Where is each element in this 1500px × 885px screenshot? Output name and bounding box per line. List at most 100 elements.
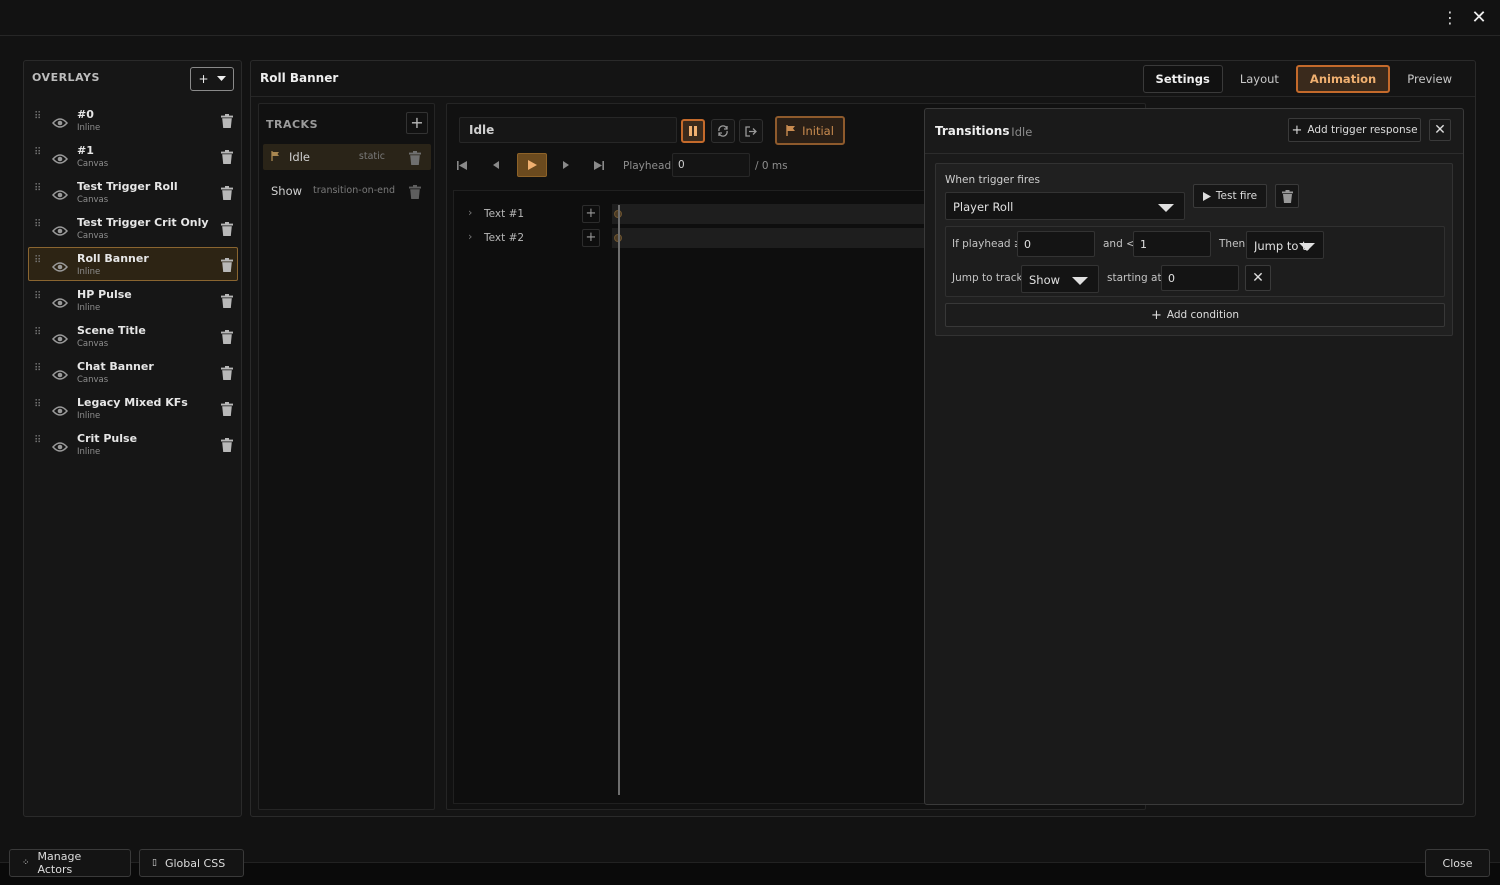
chevron-right-icon[interactable]: ›: [468, 230, 472, 243]
skip-start-button[interactable]: [450, 154, 474, 176]
pause-icon: [689, 126, 697, 136]
initial-button[interactable]: Initial: [775, 116, 845, 145]
remove-condition-button[interactable]: ✕: [1245, 265, 1271, 291]
eye-icon[interactable]: [52, 114, 68, 128]
step-forward-button[interactable]: [554, 154, 578, 176]
trash-icon[interactable]: [221, 437, 233, 452]
eye-icon[interactable]: [52, 294, 68, 308]
drag-handle-icon[interactable]: ⠿: [34, 184, 42, 200]
drag-handle-icon[interactable]: ⠿: [34, 220, 42, 236]
tab-layout[interactable]: Layout: [1227, 65, 1292, 93]
to-playhead-input[interactable]: 1: [1133, 231, 1211, 257]
from-playhead-input[interactable]: 0: [1017, 231, 1095, 257]
overlay-item[interactable]: ⠿ Chat Banner Canvas: [28, 355, 238, 389]
action-select[interactable]: Jump to track: [1246, 231, 1324, 259]
tab-animation[interactable]: Animation: [1295, 65, 1391, 93]
eye-icon[interactable]: [52, 330, 68, 344]
chevron-right-icon[interactable]: ›: [468, 206, 472, 219]
track-item[interactable]: Idle static: [263, 144, 431, 170]
play-button[interactable]: [517, 153, 547, 177]
track-name-field[interactable]: Idle: [459, 117, 677, 143]
playhead-cursor[interactable]: [618, 205, 620, 795]
trash-icon[interactable]: [221, 329, 233, 344]
tab-settings[interactable]: Settings: [1142, 65, 1223, 93]
overlay-type: Inline: [77, 267, 101, 277]
global-css-button[interactable]: ▯ Global CSS: [139, 849, 244, 877]
test-fire-button[interactable]: Test fire: [1193, 184, 1267, 208]
close-transitions-button[interactable]: ✕: [1429, 119, 1451, 141]
overlay-item[interactable]: ⠿ HP Pulse Inline: [28, 283, 238, 317]
eye-icon[interactable]: [52, 402, 68, 416]
trash-icon[interactable]: [221, 221, 233, 236]
drag-handle-icon[interactable]: ⠿: [34, 400, 42, 416]
if-playhead-label: If playhead ≥: [952, 238, 1023, 250]
drag-handle-icon[interactable]: ⠿: [34, 112, 42, 128]
overlay-name: Scene Title: [77, 324, 146, 337]
eye-icon[interactable]: [52, 438, 68, 452]
drag-handle-icon[interactable]: ⠿: [34, 148, 42, 164]
track-mode: static: [358, 151, 385, 162]
overlay-type: Canvas: [77, 375, 109, 385]
track-item[interactable]: Show transition-on-end: [263, 178, 431, 204]
close-button[interactable]: Close: [1425, 849, 1490, 877]
overlays-heading: OVERLAYS: [32, 71, 100, 84]
delete-response-button[interactable]: [1275, 184, 1299, 208]
exit-button[interactable]: [739, 119, 763, 143]
chevron-down-icon: [1072, 277, 1088, 285]
trash-icon[interactable]: [221, 185, 233, 200]
close-icon[interactable]: ✕: [1470, 8, 1488, 28]
overlay-item[interactable]: ⠿ Test Trigger Crit Only Canvas: [28, 211, 238, 245]
overlay-item[interactable]: ⠿ Scene Title Canvas: [28, 319, 238, 353]
overlay-item[interactable]: ⠿ Legacy Mixed KFs Inline: [28, 391, 238, 425]
trash-icon[interactable]: [409, 184, 421, 199]
overlay-name: Test Trigger Roll: [77, 180, 178, 193]
playhead-input[interactable]: 0: [672, 153, 750, 177]
lane-label: Text #1: [484, 208, 525, 220]
trash-icon[interactable]: [221, 113, 233, 128]
trigger-select-value: Player Roll: [953, 200, 1014, 214]
kebab-icon[interactable]: ⋮: [1442, 9, 1458, 27]
trash-icon[interactable]: [221, 293, 233, 308]
playhead-label: Playhead: [623, 160, 672, 172]
eye-icon[interactable]: [52, 150, 68, 164]
skip-end-button[interactable]: [587, 154, 611, 176]
drag-handle-icon[interactable]: ⠿: [34, 292, 42, 308]
plus-icon: +: [1150, 307, 1162, 323]
overlay-item[interactable]: ⠿ Crit Pulse Inline: [28, 427, 238, 461]
eye-icon[interactable]: [52, 186, 68, 200]
drag-handle-icon[interactable]: ⠿: [34, 328, 42, 344]
overlay-item[interactable]: ⠿ #1 Canvas: [28, 139, 238, 173]
drag-handle-icon[interactable]: ⠿: [34, 436, 42, 452]
add-overlay-button[interactable]: +: [190, 67, 234, 91]
drag-handle-icon[interactable]: ⠿: [34, 256, 42, 272]
trigger-select[interactable]: Player Roll: [945, 192, 1185, 220]
add-condition-button[interactable]: + Add condition: [945, 303, 1445, 327]
drag-handle-icon[interactable]: ⠿: [34, 364, 42, 380]
eye-icon[interactable]: [52, 366, 68, 380]
add-keyframe-button[interactable]: +: [582, 229, 600, 247]
step-back-button[interactable]: [484, 154, 508, 176]
trash-icon[interactable]: [221, 365, 233, 380]
tab-preview[interactable]: Preview: [1394, 65, 1465, 93]
close-icon: ✕: [1434, 122, 1446, 138]
overlay-item[interactable]: ⠿ Roll Banner Inline: [28, 247, 238, 281]
trash-icon[interactable]: [409, 150, 421, 165]
add-trigger-response-button[interactable]: + Add trigger response: [1288, 118, 1421, 142]
plus-icon: +: [1291, 122, 1303, 138]
trash-icon[interactable]: [221, 257, 233, 272]
trash-icon[interactable]: [221, 149, 233, 164]
manage-actors-label: Manage Actors: [37, 850, 82, 876]
overlay-item[interactable]: ⠿ Test Trigger Roll Canvas: [28, 175, 238, 209]
starting-at-input[interactable]: 0: [1161, 265, 1239, 291]
overlay-item[interactable]: ⠿ #0 Inline: [28, 103, 238, 137]
pause-button[interactable]: [681, 119, 705, 143]
target-track-select[interactable]: Show: [1021, 265, 1099, 293]
manage-actors-button[interactable]: ⁘ Manage Actors: [9, 849, 131, 877]
trash-icon[interactable]: [221, 401, 233, 416]
loop-button[interactable]: [711, 119, 735, 143]
users-icon: ⁘: [22, 858, 30, 868]
add-track-button[interactable]: +: [406, 112, 428, 134]
eye-icon[interactable]: [52, 222, 68, 236]
eye-icon[interactable]: [52, 258, 68, 272]
add-keyframe-button[interactable]: +: [582, 205, 600, 223]
